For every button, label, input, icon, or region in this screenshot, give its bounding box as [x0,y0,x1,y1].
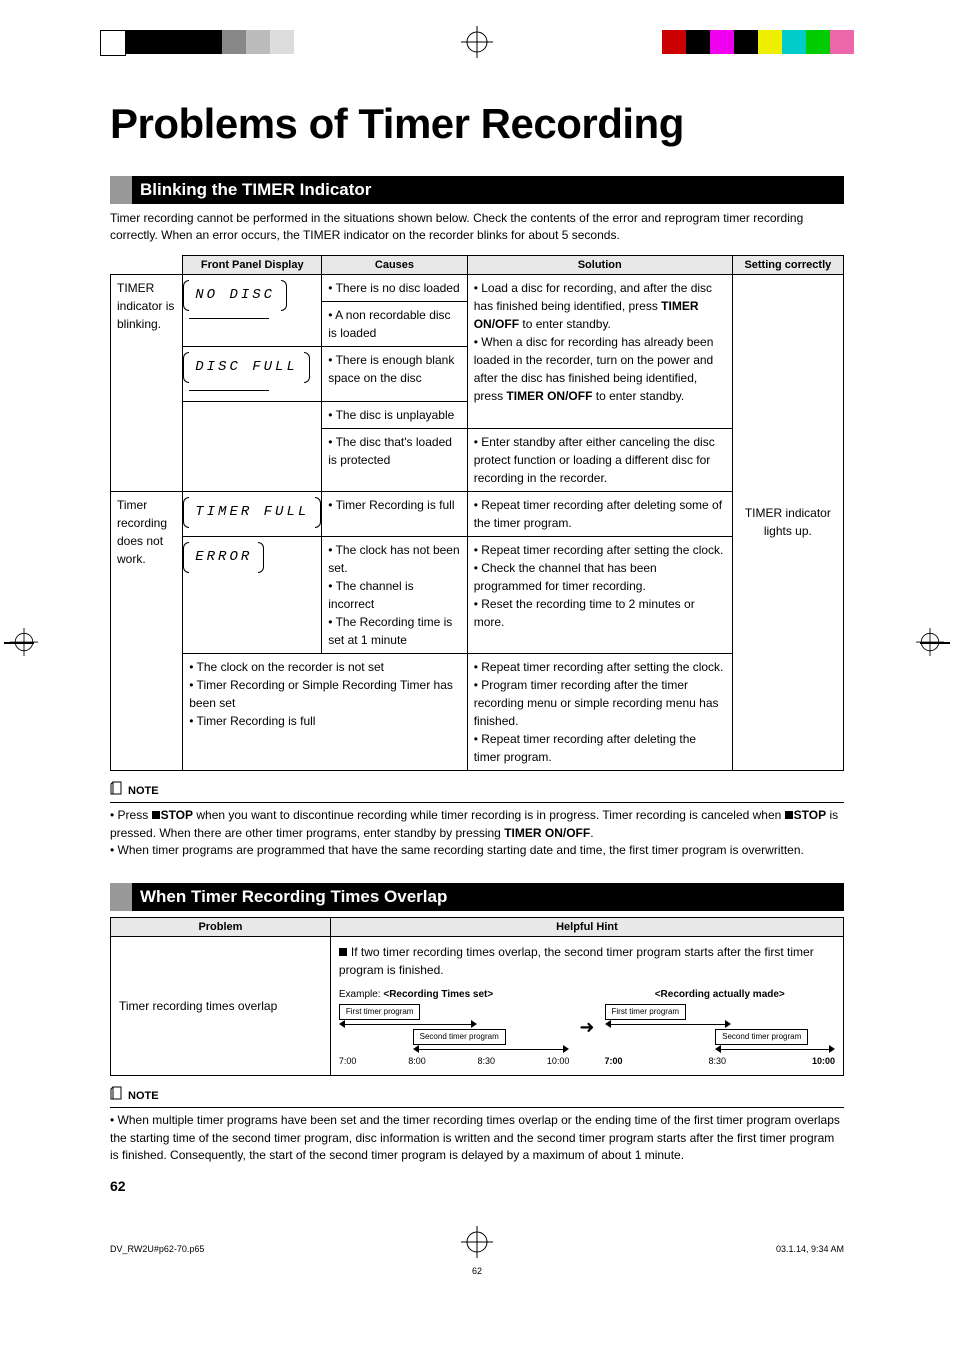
cause-r7: • The clock has not been set. • The chan… [322,536,467,653]
setting-correctly: TIMER indicator lights up. [732,274,843,770]
solution-r8: • Repeat timer recording after setting t… [467,653,732,770]
note-icon [110,781,124,800]
group1-label: TIMER indicator is blinking. [111,274,183,491]
cause-r8: • The clock on the recorder is not set •… [183,653,467,770]
display-timer-full: TIMER FULL [189,500,315,525]
color-bar-left [100,30,294,54]
print-footer: DV_RW2U#p62-70.p65 62 03.1.14, 9:34 AM [0,1234,954,1284]
display-error: ERROR [189,545,258,570]
first-timer-program-box-made: First timer program [605,1004,687,1020]
stop-icon [152,811,160,819]
registration-mark-icon [461,26,493,58]
section-heading-overlap: When Timer Recording Times Overlap [110,883,844,911]
side-reg-left [10,628,38,656]
section-heading-blinking: Blinking the TIMER Indicator [110,176,844,204]
square-bullet-icon [339,948,347,956]
solution-r5: • Enter standby after either canceling t… [467,428,732,491]
cause-r1: • There is no disc loaded [322,274,467,301]
solution-group1: • Load a disc for recording, and after t… [467,274,732,428]
th-causes: Causes [322,255,467,274]
th-front-panel: Front Panel Display [183,255,322,274]
footer-date: 03.1.14, 9:34 AM [776,1244,844,1254]
note1-bullet2: When timer programs are programmed that … [110,842,844,859]
overlap-table: Problem Helpful Hint Timer recording tim… [110,917,844,1076]
solution-r6: • Repeat timer recording after deleting … [467,491,732,536]
th-hint: Helpful Hint [330,918,843,937]
troubleshooting-table: Front Panel Display Causes Solution Sett… [110,255,844,771]
side-reg-right [916,628,944,656]
registration-mark-bottom-icon [461,1226,493,1258]
page-number: 62 [110,1178,844,1194]
note-block-2: NOTE When multiple timer programs have b… [110,1086,844,1165]
stop-icon [785,811,793,819]
note2-label: NOTE [128,1090,159,1102]
problem-cell: Timer recording times overlap [111,937,331,1076]
note2-bullet1: When multiple timer programs have been s… [110,1112,844,1164]
note1-bullet1: Press STOP when you want to discontinue … [110,807,844,842]
hint-cell: If two timer recording times overlap, th… [330,937,843,1076]
cause-r6: • Timer Recording is full [322,491,467,536]
note-block-1: NOTE Press STOP when you want to discont… [110,781,844,860]
note-icon [110,1086,124,1105]
display-no-disc: NO DISC [189,283,281,308]
arrow-right-icon: ➜ [579,1014,594,1041]
second-timer-program-box: Second timer program [413,1029,506,1045]
cause-r5: • The disc that's loaded is protected [322,428,467,491]
footer-pagenum: 62 [472,1266,482,1276]
footer-filename: DV_RW2U#p62-70.p65 [110,1244,204,1254]
cause-r3: • There is enough blank space on the dis… [322,346,467,401]
cause-r4: • The disc is unplayable [322,401,467,428]
first-timer-program-box: First timer program [339,1004,421,1020]
second-timer-program-box-made: Second timer program [715,1029,808,1045]
section1-intro: Timer recording cannot be performed in t… [110,210,844,245]
th-solution: Solution [467,255,732,274]
cause-r2: • A non recordable disc is loaded [322,301,467,346]
th-problem: Problem [111,918,331,937]
solution-r7: • Repeat timer recording after setting t… [467,536,732,653]
print-registration-top [0,30,954,70]
th-setting: Setting correctly [732,255,843,274]
group2-label: Timer recording does not work. [111,491,183,770]
display-disc-full: DISC FULL [189,355,304,380]
note1-label: NOTE [128,785,159,797]
color-bar-right [662,30,854,54]
page-title: Problems of Timer Recording [110,100,844,148]
